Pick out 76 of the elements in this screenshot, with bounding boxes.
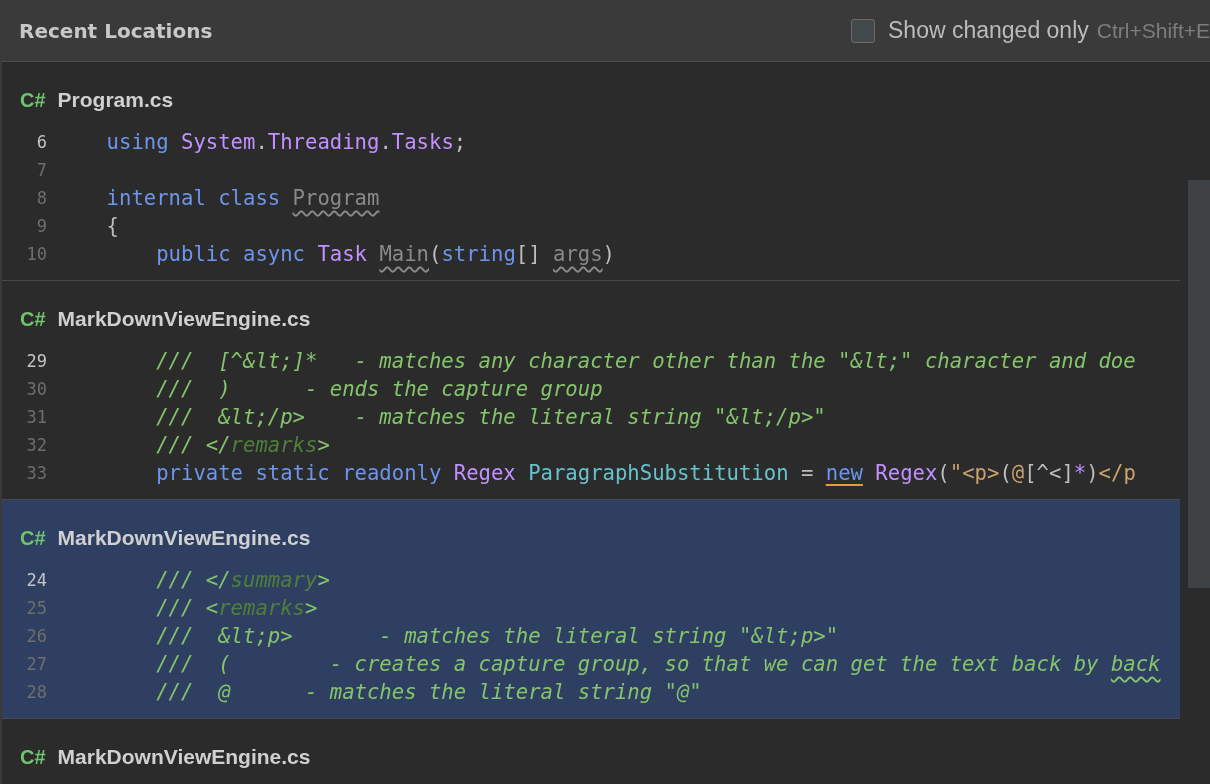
type-name: Regex <box>453 461 517 485</box>
unused-name: Program <box>292 186 380 210</box>
line-number: 27 <box>25 654 48 674</box>
line-number: 10 <box>25 244 48 264</box>
checkbox[interactable] <box>851 18 875 43</box>
line-number: 6 <box>35 132 48 152</box>
line-number: 32 <box>25 435 48 455</box>
doc-tag: remarks <box>230 433 318 457</box>
line-number: 29 <box>25 351 48 371</box>
comment: > <box>317 433 330 457</box>
code-text: ) <box>1086 461 1099 485</box>
comment: /// [^&lt;]* - matches any character other than the "&lt;" character and doe <box>155 349 1136 373</box>
line-number: 24 <box>25 570 48 590</box>
code-text: = <box>799 461 815 485</box>
code-text: ; <box>453 130 467 154</box>
string-literal: "<p> <box>949 461 1000 485</box>
line-number: 25 <box>25 598 48 618</box>
keyword: internal class <box>105 186 282 210</box>
code-text: . <box>379 130 392 154</box>
popup-title: Recent Locations <box>19 18 213 43</box>
code-text: { <box>105 214 119 238</box>
doc-tag: remarks <box>218 596 305 620</box>
code-text: [^<] <box>1024 461 1074 485</box>
line-number: 31 <box>25 407 48 427</box>
line-number: 33 <box>25 463 48 483</box>
line-number: 7 <box>35 160 48 180</box>
comment: /// < <box>155 596 219 620</box>
code-text: [] <box>515 242 542 266</box>
line-number: 26 <box>25 626 48 646</box>
comment: /// @ - matches the literal string "@" <box>155 680 702 704</box>
file-name: Program.cs <box>57 88 174 112</box>
doc-tag: summary <box>230 568 318 592</box>
comment: > <box>305 596 318 620</box>
csharp-icon: C# <box>20 526 46 550</box>
field-name: ParagraphSubstitution <box>528 461 789 485</box>
code-text: ( <box>999 461 1012 485</box>
checkbox-label[interactable]: Show changed only <box>888 17 1089 44</box>
comment: /// &lt;p> - matches the literal string "&lt;p>" <box>155 624 839 648</box>
file-name: MarkDownViewEngine.cs <box>57 745 311 769</box>
comment: > <box>317 568 330 592</box>
keyword: private static readonly <box>155 461 443 485</box>
keyword: public async <box>155 242 306 266</box>
keyword: using <box>105 130 170 154</box>
type-name: Regex <box>874 461 938 485</box>
csharp-icon: C# <box>20 307 46 331</box>
comment: /// &lt;/p> - matches the literal string "&lt;/p>" <box>155 405 826 429</box>
file-name: MarkDownViewEngine.cs <box>57 526 311 550</box>
line-number: 28 <box>25 682 48 702</box>
unused-name: Main <box>379 242 429 266</box>
code-text: . <box>255 130 268 154</box>
line-number: 8 <box>35 188 48 208</box>
comment: back <box>1110 652 1161 676</box>
type-name: Task <box>317 242 368 266</box>
type-name: System <box>181 130 256 154</box>
type-name: Threading <box>267 130 380 154</box>
csharp-icon: C# <box>20 88 46 112</box>
file-name: MarkDownViewEngine.cs <box>57 307 311 331</box>
line-number: 30 <box>25 379 48 399</box>
string-literal: @ <box>1011 461 1025 485</box>
type-name: Tasks <box>391 130 454 154</box>
keyword: string <box>441 242 516 266</box>
code-text: ( <box>937 461 950 485</box>
comment: /// </ <box>155 568 231 592</box>
comment: /// ( - creates a capture group, so that we can get the text back by <box>155 652 1100 676</box>
code-text: ( <box>429 242 442 266</box>
line-number: 9 <box>35 216 48 236</box>
keyword: new <box>825 461 863 485</box>
location-item[interactable] <box>2 500 1180 719</box>
string-literal: </p <box>1098 461 1136 485</box>
type-name: * <box>1073 461 1087 485</box>
code-text: ) <box>602 242 615 266</box>
unused-name: args <box>553 242 603 266</box>
comment: /// ) - ends the capture group <box>155 377 603 401</box>
shortcut-hint: Ctrl+Shift+E <box>1096 18 1210 43</box>
csharp-icon: C# <box>20 745 46 769</box>
comment: /// </ <box>155 433 231 457</box>
